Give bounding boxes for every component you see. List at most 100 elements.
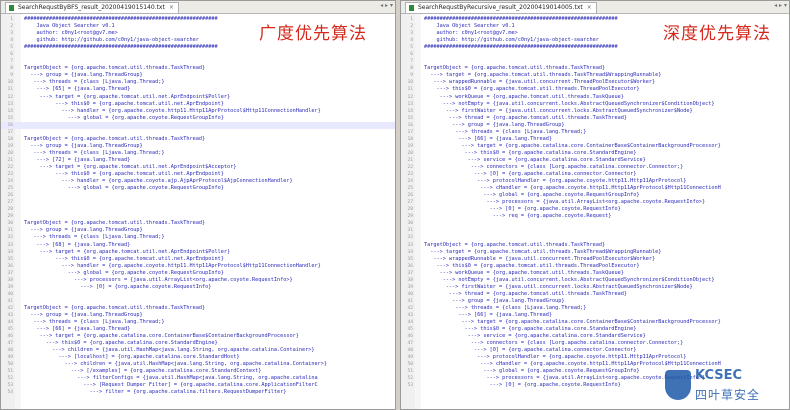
code-line: 23 ---> [0] = {org.apache.catalina.conne…: [401, 171, 789, 178]
line-text: ---> [66] = {java.lang.Thread}: [424, 311, 553, 318]
line-number: 3: [10, 31, 13, 37]
line-number: 38: [7, 277, 13, 283]
line-number: 40: [7, 291, 13, 297]
tab-scroll-arrows-icon[interactable]: ◂ ▸ ▾: [774, 2, 787, 9]
line-number: 17: [407, 129, 413, 135]
close-icon[interactable]: ×: [587, 4, 592, 11]
code-line: 6: [401, 51, 789, 58]
line-text: ---> workQueue = {org.apache.tomcat.util…: [424, 93, 624, 100]
line-number: 41: [407, 298, 413, 304]
line-text: ---> global = {org.apache.coyote.Request…: [24, 269, 224, 276]
line-number: 27: [7, 200, 13, 206]
line-text: github: http://github.com/c0ny1/java-obj…: [424, 37, 599, 44]
line-text: ########################################…: [424, 16, 618, 22]
line-number: 5: [10, 45, 13, 51]
code-line: 33 TargetObject = {org.apache.tomcat.util…: [401, 242, 789, 249]
code-line: 15 ---> thread = {org.apache.tomcat.util…: [401, 115, 789, 122]
line-number: 20: [7, 150, 13, 156]
left-code-lines: 1 #######################################…: [1, 16, 395, 397]
code-line: 25 ---> global = {org.apache.coyote.Requ…: [1, 185, 395, 192]
line-number: 29: [7, 214, 13, 220]
line-number: 45: [407, 327, 413, 333]
line-text: TargetObject = {org.apache.tomcat.util.t…: [424, 241, 606, 248]
code-line: 37 ---> global = {org.apache.coyote.Requ…: [1, 270, 395, 277]
code-line: 51 ---> [/examples] = {org.apache.catali…: [1, 368, 395, 375]
line-text: ---> handler = {org.apache.coyote.http11…: [24, 107, 321, 114]
code-line: 18 ---> [66] = {java.lang.Thread}: [401, 136, 789, 143]
left-file-tab[interactable]: SearchRequstByBFS_result_20200419015140.…: [5, 2, 179, 13]
line-text: ---> target = {org.apache.tomcat.util.th…: [424, 248, 662, 255]
line-number: 45: [7, 327, 13, 333]
left-text-editor[interactable]: 1 #######################################…: [1, 14, 395, 409]
line-number: 21: [407, 157, 413, 163]
line-number: 6: [10, 52, 13, 58]
line-number: 51: [407, 369, 413, 375]
right-file-tab[interactable]: SearchRequstByRecursive_result_202004190…: [405, 2, 597, 13]
line-number: 15: [407, 115, 413, 121]
tab-scroll-arrows-icon[interactable]: ◂ ▸ ▾: [380, 2, 393, 9]
code-line: 49 ---> [localhost] = {org.apache.catali…: [1, 354, 395, 361]
watermark-brand: KCSEC: [695, 368, 743, 383]
line-text: ---> firstWaiter = {java.util.concurrent…: [424, 107, 693, 114]
line-number: 37: [7, 270, 13, 276]
line-number: 46: [7, 334, 13, 340]
line-number: 34: [7, 249, 13, 255]
line-text: ---> handler = {org.apache.coyote.ajp.Aj…: [24, 178, 293, 185]
line-number: 30: [407, 221, 413, 227]
line-number: 21: [7, 157, 13, 163]
code-line: 12 ---> target = {org.apache.tomcat.util…: [1, 94, 395, 101]
line-text: ########################################…: [24, 44, 218, 51]
line-text: TargetObject = {org.apache.tomcat.util.t…: [24, 135, 206, 142]
code-line: 19 ---> group = {java.lang.ThreadGroup}: [1, 143, 395, 150]
line-number: 5: [410, 45, 413, 51]
close-icon[interactable]: ×: [169, 4, 174, 11]
code-line: 36 ---> this$0 = {org.apache.tomcat.util…: [401, 263, 789, 270]
code-line: 15 ---> global = {org.apache.coyote.Requ…: [1, 115, 395, 122]
line-text: ---> [65] = {java.lang.Thread}: [24, 86, 131, 93]
code-line: 13 ---> this$0 = {org.apache.tomcat.util…: [1, 101, 395, 108]
code-line: 44 ---> threads = {class [Ljava.lang.Thr…: [1, 319, 395, 326]
code-line: 40: [1, 291, 395, 298]
code-line: 27: [1, 199, 395, 206]
code-line: 52 ---> filterConfigs = {java.util.HashM…: [1, 375, 395, 382]
line-text: TargetObject = {org.apache.tomcat.util.t…: [24, 65, 206, 72]
left-tab-title: SearchRequstByBFS_result_20200419015140.…: [18, 4, 165, 11]
line-text: ---> target = {org.apache.tomcat.util.ne…: [24, 248, 231, 255]
code-line: 29: [1, 213, 395, 220]
line-text: ---> this$0 = {org.apache.tomcat.util.ne…: [24, 171, 224, 178]
line-text: ---> [68] = {java.lang.Thread}: [24, 241, 131, 248]
code-line: 13 ---> notEmpty = {java.util.concurrent…: [401, 101, 789, 108]
line-number: 54: [7, 390, 13, 396]
line-text: ---> firstWaiter = {java.util.concurrent…: [424, 283, 693, 290]
line-number: 11: [7, 87, 13, 93]
line-number: 2: [10, 24, 13, 30]
line-text: ---> global = {org.apache.coyote.Request…: [24, 114, 224, 121]
line-number: 43: [407, 312, 413, 318]
line-text: ---> global = {org.apache.coyote.Request…: [424, 368, 640, 375]
line-text: ---> [66] = {java.lang.Thread}: [424, 135, 553, 142]
line-number: 29: [407, 214, 413, 220]
line-text: ---> group = {java.lang.ThreadGroup}: [24, 227, 143, 234]
line-text: ---> protocolHandler = {org.apache.coyot…: [424, 178, 687, 185]
line-number: 27: [407, 200, 413, 206]
right-code-lines: 1 #######################################…: [401, 16, 789, 389]
line-text: ---> service = {org.apache.catalina.core…: [424, 156, 646, 163]
line-number: 25: [407, 186, 413, 192]
line-number: 19: [407, 143, 413, 149]
line-number: 13: [7, 101, 13, 107]
line-number: 32: [7, 235, 13, 241]
line-text: ---> processors = {java.util.ArrayList<o…: [424, 199, 706, 206]
code-line: 38 ---> processors = {java.util.ArrayLis…: [1, 277, 395, 284]
line-number: 26: [407, 193, 413, 199]
code-line: 30: [401, 220, 789, 227]
code-line: 30 TargetObject = {org.apache.tomcat.util…: [1, 220, 395, 227]
right-text-editor[interactable]: 1 #######################################…: [401, 14, 789, 409]
line-text: ---> [/examples] = {org.apache.catalina.…: [24, 368, 262, 375]
line-number: 6: [410, 52, 413, 58]
line-text: github: http://github.com/c0ny1/java-obj…: [24, 37, 199, 44]
line-number: 49: [7, 355, 13, 361]
code-line: 40 ---> thread = {org.apache.tomcat.util…: [401, 291, 789, 298]
code-line: 10 ---> threads = {class [Ljava.lang.Thr…: [1, 79, 395, 86]
line-text: ---> [Request Dumper Filter] = {org.apac…: [24, 382, 318, 389]
code-line: 47 ---> connectors = {class [Lorg.apache…: [401, 340, 789, 347]
